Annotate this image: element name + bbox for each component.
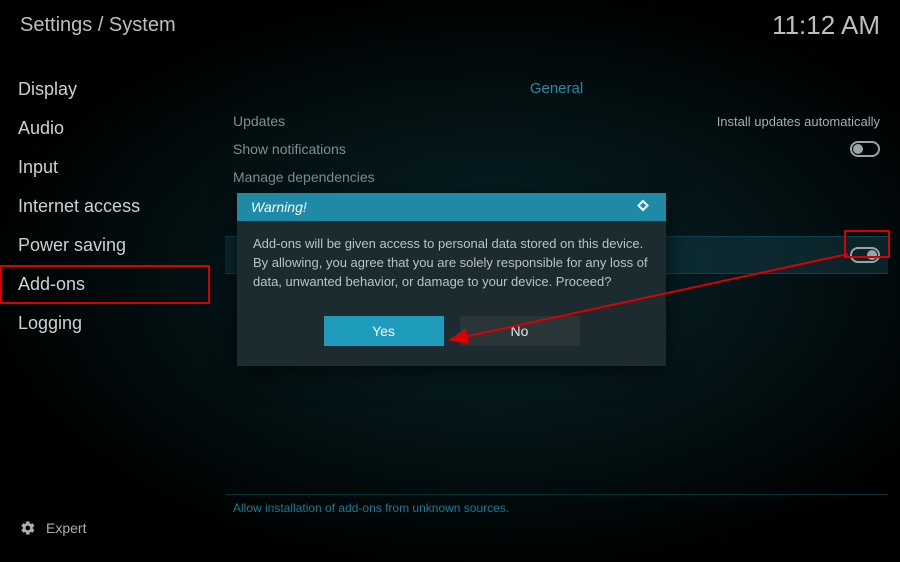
dialog-header: Warning!	[237, 193, 666, 221]
dialog-button-row: Yes No	[237, 300, 666, 366]
sidebar-item-audio[interactable]: Audio	[0, 109, 210, 148]
clock: 11:12 AM	[772, 10, 880, 41]
sidebar-item-display[interactable]: Display	[0, 70, 210, 109]
yes-button[interactable]: Yes	[324, 316, 444, 346]
setting-show-notifications[interactable]: Show notifications	[225, 135, 888, 163]
annotation-highlight-toggle	[846, 232, 888, 256]
sidebar-item-input[interactable]: Input	[0, 148, 210, 187]
toggle-icon	[850, 141, 880, 157]
setting-manage-dependencies[interactable]: Manage dependencies	[225, 163, 888, 191]
section-title: General	[225, 80, 888, 97]
no-button[interactable]: No	[460, 316, 580, 346]
setting-hint: Allow installation of add-ons from unkno…	[225, 495, 888, 521]
setting-label: Manage dependencies	[233, 169, 375, 185]
sidebar-item-internet-access[interactable]: Internet access	[0, 187, 210, 226]
kodi-logo-icon	[634, 198, 652, 216]
setting-label: Show notifications	[233, 141, 346, 157]
warning-dialog: Warning! Add-ons will be given access to…	[237, 193, 666, 366]
sidebar-item-power-saving[interactable]: Power saving	[0, 226, 210, 265]
sidebar-item-add-ons[interactable]: Add-ons	[0, 265, 210, 304]
sidebar-item-logging[interactable]: Logging	[0, 304, 210, 343]
header-bar: Settings / System 11:12 AM	[0, 0, 900, 50]
setting-updates[interactable]: Updates Install updates automatically	[225, 107, 888, 135]
settings-level-label: Expert	[46, 520, 86, 536]
setting-value: Install updates automatically	[717, 114, 880, 129]
settings-sidebar: Display Audio Input Internet access Powe…	[0, 70, 210, 343]
dialog-body-text: Add-ons will be given access to personal…	[237, 221, 666, 300]
gear-icon	[20, 520, 36, 536]
setting-label: Updates	[233, 113, 285, 129]
dialog-title: Warning!	[251, 199, 307, 215]
settings-level-toggle[interactable]: Expert	[20, 520, 86, 536]
breadcrumb: Settings / System	[20, 14, 176, 37]
